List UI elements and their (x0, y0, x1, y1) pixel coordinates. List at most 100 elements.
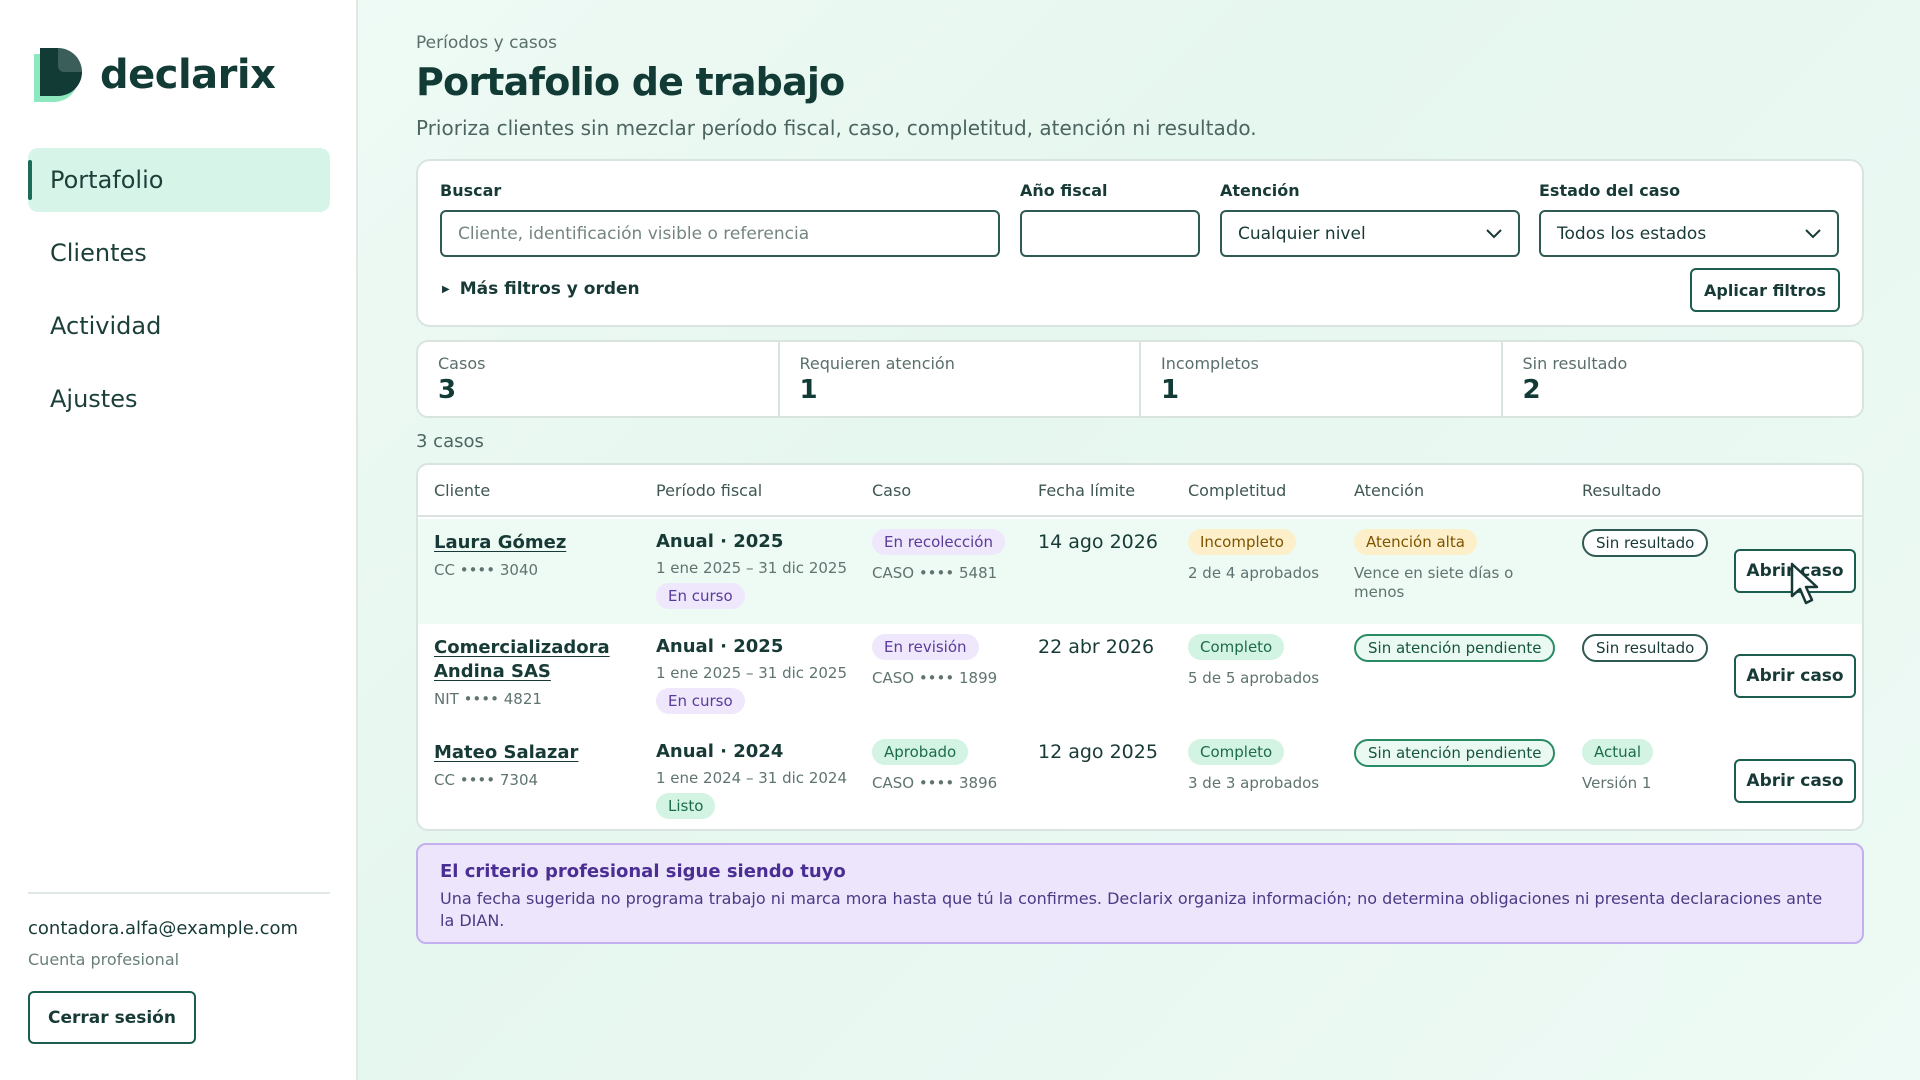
search-input[interactable]: Cliente, identificación visible o refere… (440, 210, 1000, 257)
result-badge: Sin resultado (1582, 634, 1709, 662)
stat-value: 1 (1161, 375, 1180, 405)
client-id: CC •••• 7304 (434, 771, 539, 789)
page-title: Portafolio de trabajo (416, 60, 845, 104)
stat-incomplete: Incompletos 1 (1141, 342, 1503, 416)
brand-name: declarix (100, 52, 276, 98)
logout-button[interactable]: Cerrar sesión (28, 991, 196, 1044)
user-email: contadora.alfa@example.com (28, 918, 299, 939)
completeness-badge: Completo (1188, 739, 1285, 765)
sidebar: declarix Portafolio Clientes Actividad A… (0, 0, 358, 1080)
period-status-badge: En curso (656, 583, 745, 609)
more-filters-toggle[interactable]: ▶ Más filtros y orden (442, 279, 640, 299)
completeness-detail: 2 de 4 aprobados (1188, 564, 1320, 582)
completeness-badge: Completo (1188, 634, 1285, 660)
column-header-period: Período fiscal (656, 481, 763, 500)
case-status-badge: Aprobado (872, 739, 969, 765)
fiscal-year-input[interactable] (1020, 210, 1200, 257)
filters-panel: Buscar Cliente, identificación visible o… (416, 159, 1864, 327)
due-date: 14 ago 2026 (1038, 531, 1158, 553)
due-date: 22 abr 2026 (1038, 636, 1155, 658)
user-role: Cuenta profesional (28, 950, 180, 969)
mouse-pointer-icon (1790, 562, 1819, 605)
fiscal-year-label: Año fiscal (1020, 181, 1108, 200)
period-range: 1 ene 2025 – 31 dic 2025 (656, 559, 847, 577)
period-range: 1 ene 2025 – 31 dic 2025 (656, 664, 847, 682)
apply-filters-button[interactable]: Aplicar filtros (1690, 268, 1840, 312)
more-filters-label: Más filtros y orden (459, 279, 640, 299)
case-status-badge: En revisión (872, 634, 979, 660)
chevron-down-icon (1486, 228, 1502, 238)
professional-judgment-notice: El criterio profesional sigue siendo tuy… (416, 843, 1864, 944)
column-header-due: Fecha límite (1038, 481, 1136, 500)
sidebar-divider (28, 892, 330, 894)
disclosure-triangle-icon: ▶ (442, 283, 450, 295)
page-subtitle: Prioriza clientes sin mezclar período fi… (416, 116, 1257, 140)
sidebar-item-portafolio[interactable]: Portafolio (28, 148, 330, 212)
attention-badge: Atención alta (1354, 529, 1477, 555)
declarix-logo-icon (34, 48, 82, 102)
column-header-client: Cliente (434, 481, 491, 500)
open-case-button[interactable]: Abrir caso (1734, 654, 1856, 698)
case-status-badge: En recolección (872, 529, 1005, 555)
attention-badge: Sin atención pendiente (1354, 739, 1556, 767)
attention-select-value: Cualquier nivel (1238, 223, 1366, 244)
brand-logo[interactable]: declarix (28, 44, 276, 106)
chevron-down-icon (1805, 228, 1821, 238)
stats-bar: Casos 3 Requieren atención 1 Incompletos… (416, 340, 1864, 418)
case-status-select[interactable]: Todos los estados (1539, 210, 1839, 257)
column-header-completeness: Completitud (1188, 481, 1287, 500)
cases-table: Cliente Período fiscal Caso Fecha límite… (416, 463, 1864, 831)
column-header-case: Caso (872, 481, 912, 500)
sidebar-item-actividad[interactable]: Actividad (28, 294, 330, 358)
client-link[interactable]: Mateo Salazar (434, 741, 578, 765)
completeness-badge: Incompleto (1188, 529, 1296, 555)
notice-title: El criterio profesional sigue siendo tuy… (440, 861, 846, 882)
search-label: Buscar (440, 181, 502, 200)
period-label: Anual · 2025 (656, 636, 784, 657)
sidebar-item-ajustes[interactable]: Ajustes (28, 367, 330, 431)
stat-value: 3 (438, 375, 457, 405)
search-placeholder: Cliente, identificación visible o refere… (458, 223, 810, 244)
result-badge: Sin resultado (1582, 529, 1709, 557)
breadcrumb[interactable]: Períodos y casos (416, 33, 557, 53)
open-case-button[interactable]: Abrir caso (1734, 759, 1856, 803)
stat-cases: Casos 3 (418, 342, 780, 416)
case-status-select-value: Todos los estados (1557, 223, 1707, 244)
client-link[interactable]: Comercializadora Andina SAS (434, 636, 634, 684)
column-header-attention: Atención (1354, 481, 1425, 500)
stat-value: 2 (1522, 375, 1541, 405)
results-count: 3 casos (416, 431, 484, 452)
stat-attention: Requieren atención 1 (780, 342, 1141, 416)
stat-value: 1 (799, 375, 818, 405)
stat-no-result: Sin resultado 2 (1503, 342, 1863, 416)
case-status-label: Estado del caso (1539, 181, 1681, 200)
attention-detail: Vence en siete días o menos (1354, 564, 1514, 601)
period-status-badge: En curso (656, 688, 745, 714)
period-status-badge: Listo (656, 793, 716, 819)
table-row: Laura Gómez CC •••• 3040 Anual · 2025 1 … (418, 519, 1862, 624)
case-id: CASO •••• 3896 (872, 774, 998, 792)
attention-select[interactable]: Cualquier nivel (1220, 210, 1520, 257)
column-header-result: Resultado (1582, 481, 1662, 500)
stat-label: Casos (438, 354, 486, 373)
due-date: 12 ago 2025 (1038, 741, 1158, 763)
stat-label: Sin resultado (1522, 354, 1628, 373)
stat-label: Incompletos (1161, 354, 1259, 373)
table-row: Mateo Salazar CC •••• 7304 Anual · 2024 … (418, 729, 1862, 829)
stat-label: Requieren atención (799, 354, 955, 373)
client-id: NIT •••• 4821 (434, 690, 542, 708)
result-detail: Versión 1 (1582, 774, 1652, 792)
case-id: CASO •••• 5481 (872, 564, 998, 582)
period-label: Anual · 2025 (656, 531, 784, 552)
sidebar-item-clientes[interactable]: Clientes (28, 221, 330, 285)
notice-text: Una fecha sugerida no programa trabajo n… (440, 889, 1823, 930)
result-badge: Actual (1582, 739, 1653, 765)
attention-label: Atención (1220, 181, 1300, 200)
client-id: CC •••• 3040 (434, 561, 539, 579)
completeness-detail: 5 de 5 aprobados (1188, 669, 1320, 687)
case-id: CASO •••• 1899 (872, 669, 998, 687)
client-link[interactable]: Laura Gómez (434, 531, 566, 555)
attention-badge: Sin atención pendiente (1354, 634, 1556, 662)
table-header: Cliente Período fiscal Caso Fecha límite… (418, 465, 1862, 517)
table-row: Comercializadora Andina SAS NIT •••• 482… (418, 624, 1862, 729)
